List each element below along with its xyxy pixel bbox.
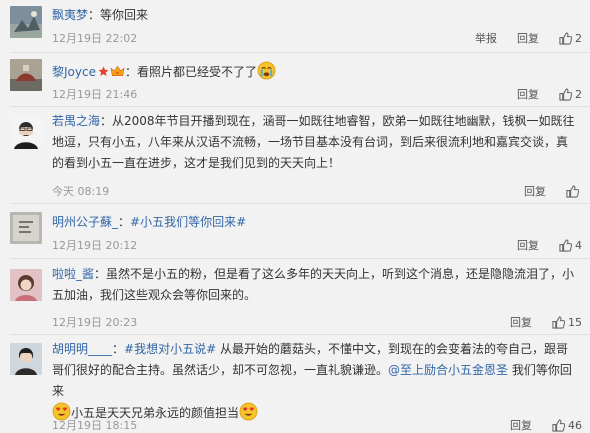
heart-eyes-emoji-icon bbox=[239, 402, 258, 421]
comment-line: 胡明明____：#我想对小五说# 从最开始的蘑菇头，不懂中文，到现在的会变着法的… bbox=[52, 339, 578, 424]
like-button[interactable]: 2 bbox=[559, 88, 582, 101]
username-link[interactable]: 黎Joyce bbox=[52, 65, 96, 79]
username-link[interactable]: 若禺之海 bbox=[52, 114, 100, 128]
comment-item: 啦啦_酱：虽然不是小五的粉，但是看了这么多年的天天向上，听到这个消息，还是隐隐流… bbox=[0, 259, 590, 333]
avatar[interactable] bbox=[10, 212, 42, 244]
thumbs-up-icon bbox=[552, 418, 565, 432]
comment-item: 明州公子蘇_：#小五我们等你回来# 12月19日 20:12 回复 4 bbox=[0, 204, 590, 257]
report-link[interactable]: 举报 bbox=[475, 30, 497, 46]
thumbs-up-icon bbox=[559, 238, 572, 252]
comment-text: ：等你回来 bbox=[88, 8, 149, 22]
crying-emoji-icon bbox=[257, 61, 276, 80]
comment-actions: 回复 15 bbox=[490, 314, 582, 330]
timestamp: 12月19日 20:23 bbox=[52, 316, 138, 329]
like-button[interactable] bbox=[566, 184, 582, 198]
thumbs-up-icon bbox=[559, 87, 572, 101]
like-count: 15 bbox=[568, 315, 582, 329]
comment-text: ： bbox=[118, 215, 131, 229]
comment-text: ：看照片都已经受不了了 bbox=[124, 65, 257, 79]
username-link[interactable]: 明州公子蘇_ bbox=[52, 215, 118, 229]
comment-item: 胡明明____：#我想对小五说# 从最开始的蘑菇头，不懂中文，到现在的会变着法的… bbox=[0, 335, 590, 433]
thumbs-up-icon bbox=[552, 315, 565, 329]
comment-line: 飘夷梦：等你回来 bbox=[52, 4, 578, 26]
avatar[interactable] bbox=[10, 117, 42, 149]
username-link[interactable]: 啦啦_酱 bbox=[52, 267, 94, 281]
comment-line: 若禺之海：从2008年节目开播到现在，涵哥一如既往地睿智，欧弟一如既往地幽默，钱… bbox=[52, 111, 578, 174]
comment-line: 啦啦_酱：虽然不是小五的粉，但是看了这么多年的天天向上，听到这个消息，还是隐隐流… bbox=[52, 264, 578, 306]
thumbs-up-icon bbox=[566, 184, 579, 198]
comment-line: 明州公子蘇_：#小五我们等你回来# bbox=[52, 211, 578, 233]
topic-link[interactable]: #小五我们等你回来# bbox=[130, 215, 246, 229]
username-link[interactable]: 胡明明____ bbox=[52, 342, 112, 356]
like-button[interactable]: 2 bbox=[559, 32, 582, 45]
avatar[interactable] bbox=[10, 6, 42, 38]
avatar[interactable] bbox=[10, 343, 42, 375]
reply-link[interactable]: 回复 bbox=[524, 183, 546, 199]
reply-link[interactable]: 回复 bbox=[510, 314, 532, 330]
thumbs-up-icon bbox=[559, 31, 572, 45]
like-count: 2 bbox=[575, 31, 582, 45]
comment-actions: 回复 2 bbox=[497, 86, 582, 102]
like-button[interactable]: 4 bbox=[559, 239, 582, 252]
star-icon bbox=[98, 66, 109, 76]
crown-icon bbox=[110, 65, 125, 76]
like-count: 4 bbox=[575, 238, 582, 252]
comment-line: 黎Joyce ：看照片都已经受不了了 bbox=[52, 61, 578, 83]
like-button[interactable]: 46 bbox=[552, 419, 582, 432]
comment-item: 飘夷梦：等你回来 12月19日 22:02 举报 回复 2 bbox=[0, 0, 590, 50]
comment-item: 若禺之海：从2008年节目开播到现在，涵哥一如既往地睿智，欧弟一如既往地幽默，钱… bbox=[0, 107, 590, 202]
comment-actions: 回复 4 bbox=[497, 237, 582, 253]
reply-link[interactable]: 回复 bbox=[517, 30, 539, 46]
comment-actions: 回复 bbox=[504, 183, 582, 199]
timestamp: 12月19日 18:15 bbox=[52, 419, 138, 432]
like-button[interactable]: 15 bbox=[552, 316, 582, 329]
like-count: 46 bbox=[568, 418, 582, 432]
comment-text: ：虽然不是小五的粉，但是看了这么多年的天天向上，听到这个消息，还是隐隐流泪了，小… bbox=[52, 267, 575, 302]
reply-link[interactable]: 回复 bbox=[517, 237, 539, 253]
reply-link[interactable]: 回复 bbox=[510, 417, 532, 433]
timestamp: 12月19日 20:12 bbox=[52, 239, 138, 252]
comment-feed: 飘夷梦：等你回来 12月19日 22:02 举报 回复 2 黎Joyce ：看照片… bbox=[0, 0, 590, 433]
reply-link[interactable]: 回复 bbox=[517, 86, 539, 102]
avatar[interactable] bbox=[10, 59, 42, 91]
comment-text: ： bbox=[112, 342, 125, 356]
topic-link[interactable]: #我想对小五说# bbox=[124, 342, 216, 356]
comment-actions: 举报 回复 2 bbox=[455, 30, 582, 46]
comment-item: 黎Joyce ：看照片都已经受不了了 12月19日 21:46 回复 2 bbox=[0, 53, 590, 106]
username-link[interactable]: 飘夷梦 bbox=[52, 8, 88, 22]
like-count: 2 bbox=[575, 87, 582, 101]
avatar[interactable] bbox=[10, 269, 42, 301]
comment-text: ：从2008年节目开播到现在，涵哥一如既往地睿智，欧弟一如既往地幽默，钱枫一如既… bbox=[52, 114, 575, 170]
timestamp: 12月19日 21:46 bbox=[52, 88, 138, 101]
timestamp: 今天 08:19 bbox=[52, 185, 110, 198]
comment-actions: 回复 46 bbox=[490, 417, 582, 433]
timestamp: 12月19日 22:02 bbox=[52, 32, 138, 45]
mention-link[interactable]: @至上励合小五金恩圣 bbox=[388, 363, 508, 377]
